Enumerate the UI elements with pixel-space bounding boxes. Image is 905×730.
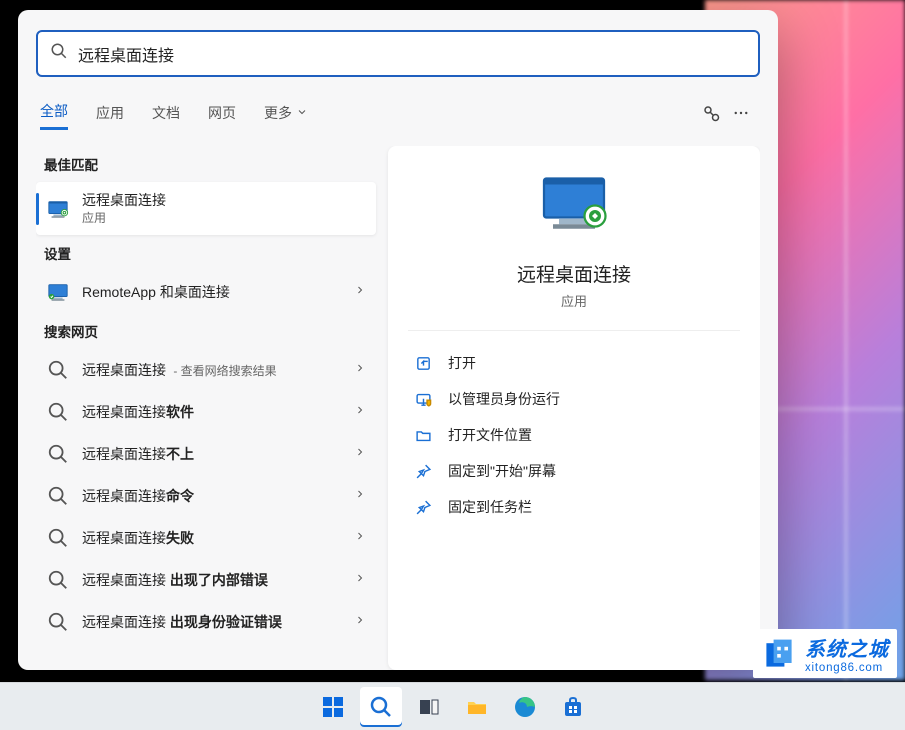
section-settings: 设置 — [36, 235, 376, 271]
details-title: 远程桌面连接 — [517, 260, 631, 287]
pin-icon — [414, 462, 432, 480]
web-result-5[interactable]: 远程桌面连接 出现了内部错误 — [36, 559, 376, 601]
best-match-item[interactable]: 远程桌面连接 应用 — [36, 182, 376, 235]
action-label: 固定到任务栏 — [448, 497, 532, 517]
settings-item-title: RemoteApp 和桌面连接 — [82, 283, 354, 301]
chevron-right-icon — [354, 403, 366, 421]
open-icon — [414, 354, 432, 372]
best-match-title: 远程桌面连接 — [82, 191, 366, 209]
edge-button[interactable] — [504, 687, 546, 727]
pin-icon — [414, 498, 432, 516]
chevron-right-icon — [354, 283, 366, 301]
search-panel: 全部 应用 文档 网页 更多 最佳匹配 远程桌面连接 应用 — [18, 10, 778, 670]
search-icon — [46, 568, 70, 592]
tab-all[interactable]: 全部 — [40, 95, 68, 130]
details-sub: 应用 — [561, 291, 587, 310]
watermark: 系统之城 xitong86.com — [753, 629, 897, 678]
web-result-2[interactable]: 远程桌面连接不上 — [36, 433, 376, 475]
chevron-right-icon — [354, 361, 366, 379]
chevron-right-icon — [354, 613, 366, 631]
search-icon — [46, 442, 70, 466]
web-result-3[interactable]: 远程桌面连接命令 — [36, 475, 376, 517]
start-button[interactable] — [312, 687, 354, 727]
more-options-button[interactable] — [726, 98, 756, 128]
linked-devices-button[interactable] — [696, 98, 726, 128]
web-result-0[interactable]: 远程桌面连接 - 查看网络搜索结果 — [36, 349, 376, 391]
chevron-right-icon — [354, 529, 366, 547]
remoteapp-icon — [46, 280, 70, 304]
admin-shield-icon — [414, 390, 432, 408]
chevron-right-icon — [354, 445, 366, 463]
filter-tabs: 全部 应用 文档 网页 更多 — [36, 95, 760, 130]
chevron-right-icon — [354, 571, 366, 589]
search-icon — [50, 42, 68, 65]
taskbar — [0, 682, 905, 730]
taskbar-search-button[interactable] — [360, 687, 402, 727]
web-result-6[interactable]: 远程桌面连接 出现身份验证错误 — [36, 601, 376, 643]
search-icon — [46, 400, 70, 424]
tab-web[interactable]: 网页 — [208, 97, 236, 129]
action-run-admin[interactable]: 以管理员身份运行 — [408, 381, 740, 417]
web-result-1[interactable]: 远程桌面连接软件 — [36, 391, 376, 433]
best-match-sub: 应用 — [82, 209, 366, 226]
action-label: 固定到"开始"屏幕 — [448, 461, 556, 481]
action-label: 以管理员身份运行 — [448, 389, 560, 409]
search-icon — [46, 484, 70, 508]
results-list: 最佳匹配 远程桌面连接 应用 设置 RemoteApp 和桌面连接 搜索网页 — [36, 146, 376, 670]
store-button[interactable] — [552, 687, 594, 727]
section-web: 搜索网页 — [36, 313, 376, 349]
task-view-button[interactable] — [408, 687, 450, 727]
search-box[interactable] — [36, 30, 760, 77]
tab-documents[interactable]: 文档 — [152, 97, 180, 129]
action-pin-taskbar[interactable]: 固定到任务栏 — [408, 489, 740, 525]
details-pane: 远程桌面连接 应用 打开 以管理员身份运行 打开文件位置 固定到" — [388, 146, 760, 670]
chevron-right-icon — [354, 487, 366, 505]
action-label: 打开 — [448, 353, 476, 373]
action-open-location[interactable]: 打开文件位置 — [408, 417, 740, 453]
watermark-title: 系统之城 — [805, 633, 889, 662]
search-icon — [46, 358, 70, 382]
chevron-down-icon — [296, 105, 308, 121]
tab-more[interactable]: 更多 — [264, 97, 308, 129]
folder-icon — [414, 426, 432, 444]
rdp-icon — [46, 197, 70, 221]
action-label: 打开文件位置 — [448, 425, 532, 445]
app-large-icon — [538, 174, 610, 242]
divider — [408, 330, 740, 331]
search-input[interactable] — [78, 45, 746, 63]
action-open[interactable]: 打开 — [408, 345, 740, 381]
section-best-match: 最佳匹配 — [36, 146, 376, 182]
tab-apps[interactable]: 应用 — [96, 97, 124, 129]
settings-item-remoteapp[interactable]: RemoteApp 和桌面连接 — [36, 271, 376, 313]
watermark-url: xitong86.com — [805, 662, 889, 674]
action-pin-start[interactable]: 固定到"开始"屏幕 — [408, 453, 740, 489]
search-icon — [46, 526, 70, 550]
search-icon — [46, 610, 70, 634]
file-explorer-button[interactable] — [456, 687, 498, 727]
web-result-4[interactable]: 远程桌面连接失败 — [36, 517, 376, 559]
watermark-logo-icon — [761, 636, 797, 672]
